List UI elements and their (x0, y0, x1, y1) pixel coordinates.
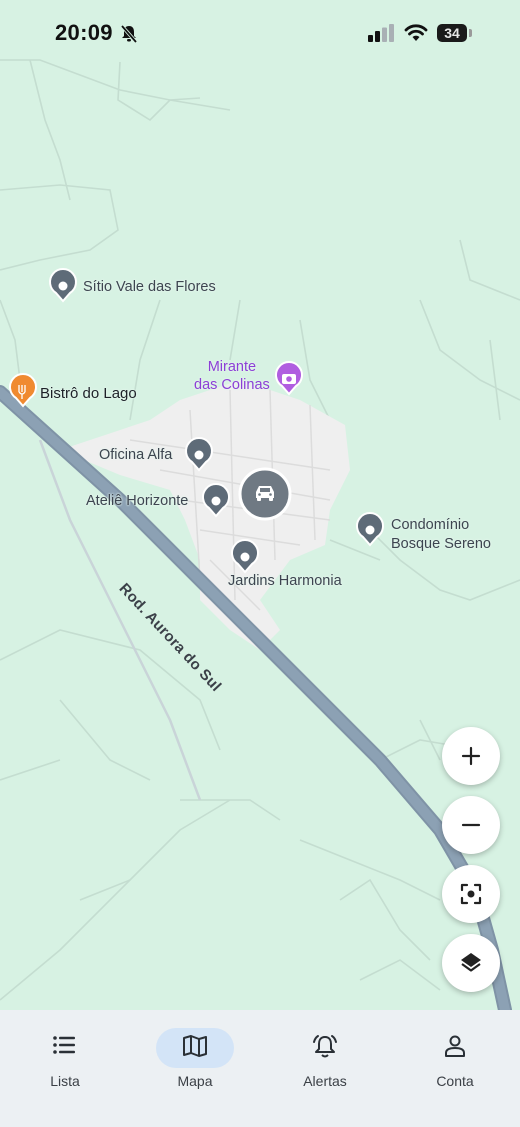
bottom-navigation: Lista Mapa Alertas Conta (0, 1010, 520, 1127)
person-icon (445, 1035, 465, 1057)
nav-icon-wrap (390, 1034, 520, 1063)
nav-icon-wrap (0, 1034, 130, 1061)
bell-icon (313, 1035, 337, 1058)
zoom-in-button[interactable] (442, 727, 500, 785)
place-label-oficina[interactable]: Oficina Alfa (99, 447, 172, 463)
status-bar: 20:09 34 (0, 0, 520, 68)
recenter-button[interactable] (442, 865, 500, 923)
map-icon (183, 1035, 207, 1057)
recenter-icon (460, 883, 482, 905)
wifi-icon (404, 24, 428, 41)
nav-item-lista[interactable]: Lista (0, 1010, 130, 1127)
nav-icon-wrap (130, 1034, 260, 1063)
place-label-condominio-line2: Bosque Sereno (391, 536, 491, 552)
status-time: 20:09 (55, 20, 113, 45)
battery-nub (469, 29, 472, 37)
place-label-jardins[interactable]: Jardins Harmonia (228, 573, 342, 589)
place-label-mirante-line1: Mirante (207, 359, 257, 375)
map-view[interactable] (0, 0, 520, 1010)
nav-label-conta: Conta (436, 1073, 474, 1089)
place-label-sitio[interactable]: Sítio Vale das Flores (83, 279, 216, 295)
nav-label-lista: Lista (50, 1073, 80, 1089)
signal-icon (368, 24, 394, 42)
zoom-in-icon (461, 746, 481, 766)
battery-icon: 34 (437, 24, 467, 42)
nav-item-conta[interactable]: Conta (390, 1010, 520, 1127)
nav-label-alertas: Alertas (303, 1073, 347, 1089)
place-label-bistro[interactable]: Bistrô do Lago (40, 385, 137, 402)
bell-off-icon (120, 24, 138, 44)
place-label-condominio-line1: Condomínio (391, 517, 470, 533)
vehicle-marker[interactable] (238, 467, 292, 521)
layers-button[interactable] (442, 934, 500, 992)
place-label-mirante-line2: das Colinas (194, 377, 270, 393)
place-label-condominio[interactable]: Condomínio Bosque Sereno (391, 516, 491, 554)
layers-icon (461, 953, 481, 972)
place-label-atelie[interactable]: Ateliê Horizonte (86, 493, 188, 509)
nav-item-alertas[interactable]: Alertas (260, 1010, 390, 1127)
place-label-mirante[interactable]: Mirante das Colinas (194, 358, 270, 394)
list-icon (53, 1036, 75, 1054)
nav-icon-wrap (260, 1034, 390, 1065)
nav-item-mapa[interactable]: Mapa (130, 1010, 260, 1127)
zoom-out-button[interactable] (442, 796, 500, 854)
nav-label-mapa: Mapa (177, 1073, 213, 1089)
zoom-out-icon (461, 823, 481, 827)
